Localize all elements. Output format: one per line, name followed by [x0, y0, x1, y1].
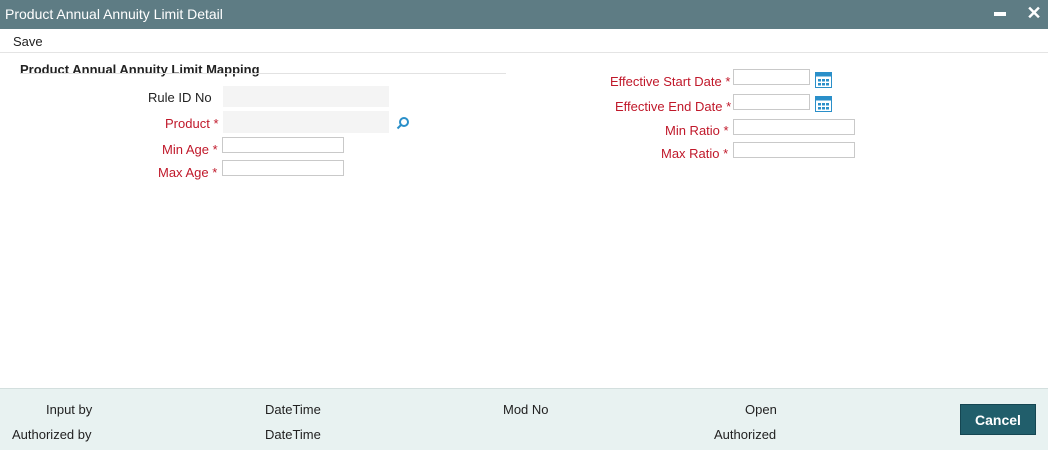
close-icon[interactable]: ✕ [1024, 3, 1044, 23]
min-ratio-label: Min Ratio * [665, 123, 729, 138]
record-status-label: Open [745, 402, 777, 417]
cancel-button[interactable]: Cancel [960, 404, 1036, 435]
input-by-label: Input by [46, 402, 93, 417]
effective-end-date-field[interactable] [733, 94, 810, 110]
window-titlebar: Product Annual Annuity Limit Detail ✕ [0, 0, 1048, 29]
audit-footer [0, 388, 1048, 450]
max-ratio-label: Max Ratio * [661, 146, 729, 161]
product-field[interactable] [223, 111, 389, 133]
min-age-label: Min Age * [162, 142, 218, 157]
input-datetime-label: DateTime [265, 402, 321, 417]
auth-status-label: Authorized [714, 427, 777, 442]
authorized-datetime-label: DateTime [265, 427, 321, 442]
window-title: Product Annual Annuity Limit Detail [5, 6, 223, 22]
section-title: Product Annual Annuity Limit Mapping [20, 62, 260, 77]
minimize-icon[interactable] [994, 12, 1006, 16]
min-age-field[interactable] [222, 137, 344, 153]
mod-no-label: Mod No [503, 402, 549, 417]
max-age-label: Max Age * [158, 165, 218, 180]
calendar-icon[interactable] [815, 96, 832, 115]
effective-end-date-label: Effective End Date * [615, 99, 732, 114]
effective-start-date-label: Effective Start Date * [610, 74, 731, 89]
product-label: Product * [165, 116, 219, 131]
authorized-by-label: Authorized by [12, 427, 92, 442]
min-ratio-field[interactable] [733, 119, 855, 135]
section-divider [20, 73, 506, 74]
effective-start-date-field[interactable] [733, 69, 810, 85]
search-icon[interactable] [396, 116, 410, 133]
save-button[interactable]: Save [13, 34, 43, 49]
rule-id-label: Rule ID No [148, 90, 212, 105]
rule-id-field[interactable] [223, 86, 389, 107]
max-age-field[interactable] [222, 160, 344, 176]
max-ratio-field[interactable] [733, 142, 855, 158]
toolbar: Save [0, 29, 1048, 53]
calendar-icon[interactable] [815, 72, 832, 91]
